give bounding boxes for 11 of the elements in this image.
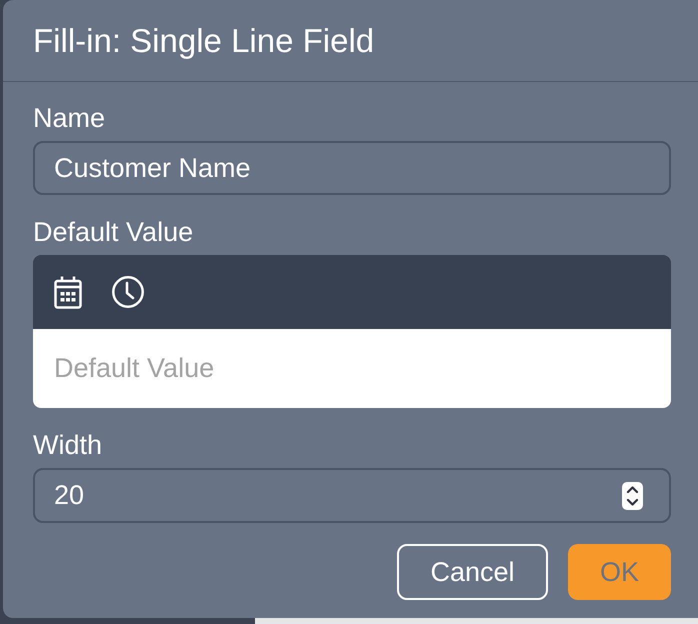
field-label: Name [33, 102, 106, 134]
stepper-icon[interactable] [622, 482, 643, 510]
field-label: Width [33, 429, 102, 461]
text-field[interactable]: Customer Name [33, 141, 671, 195]
cancel-button[interactable]: Cancel [397, 544, 548, 600]
dialog-title: Fill-in: Single Line Field [33, 20, 374, 60]
text-area-field[interactable]: Default Value [33, 329, 671, 408]
clock-icon[interactable] [112, 276, 144, 308]
number-field[interactable]: 20 [33, 468, 671, 523]
calendar-icon[interactable] [54, 276, 82, 308]
field-label: Default Value [33, 216, 194, 248]
